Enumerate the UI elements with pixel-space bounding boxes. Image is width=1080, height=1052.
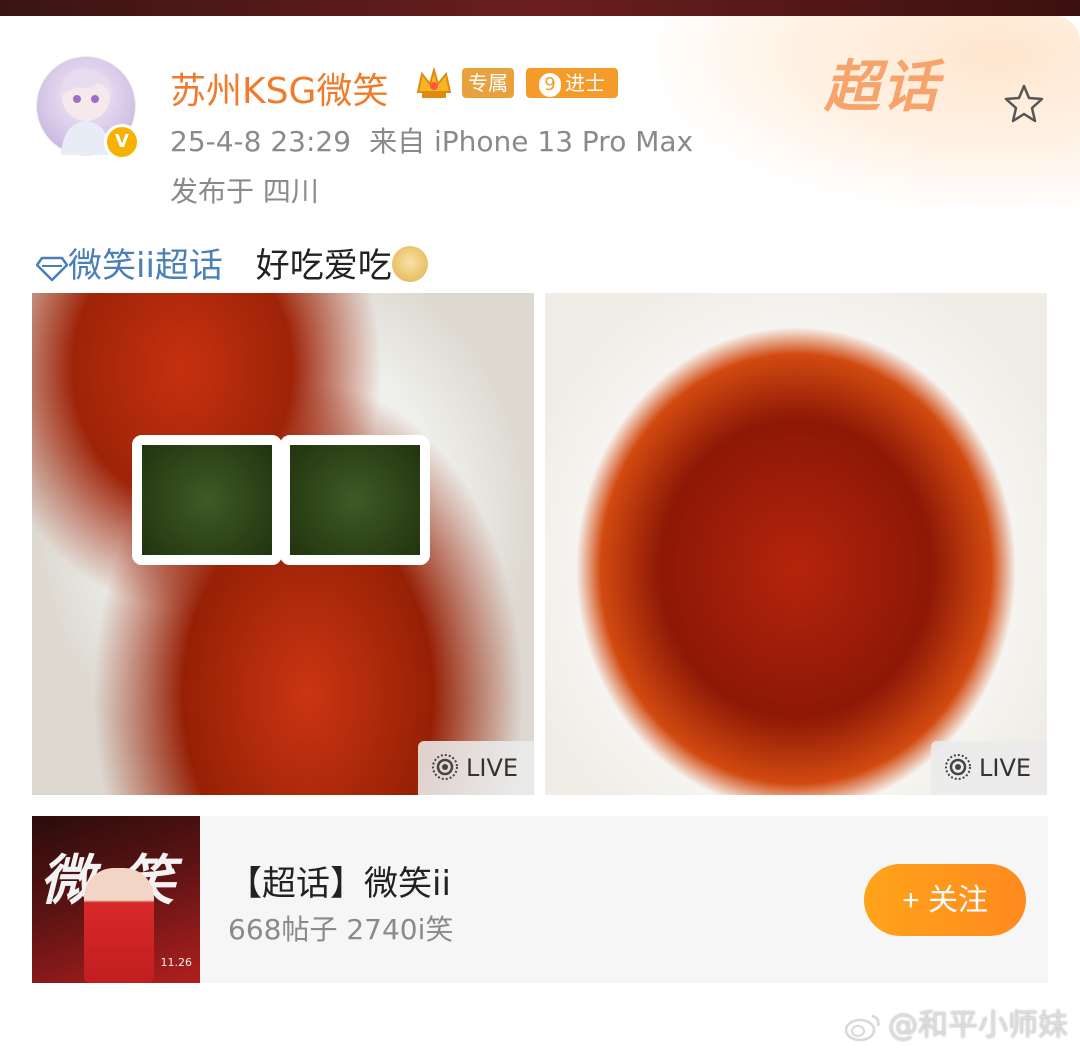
level-title: 进士	[565, 71, 605, 95]
crown-icon	[416, 66, 452, 98]
post-meta: 25-4-8 23:29 来自 iPhone 13 Pro Max	[170, 120, 693, 160]
watermark: @和平小师妹	[844, 1000, 1068, 1044]
post-location: 发布于 四川	[170, 175, 319, 208]
live-icon	[945, 754, 971, 780]
level-badge: 9 进士	[526, 68, 618, 98]
status-bar-strip	[0, 0, 1080, 16]
photo-crawfish-platter[interactable]: LIVE	[32, 293, 534, 795]
topic-link[interactable]: 微笑ii超话	[36, 246, 234, 286]
live-icon	[432, 754, 458, 780]
supertopic-logo: 超话	[824, 55, 940, 120]
supertopic-stats: 668帖子 2740i笑	[228, 913, 454, 946]
thumbnail-date: 11.26	[160, 956, 193, 969]
photo-crawfish-bowl[interactable]: LIVE	[545, 293, 1047, 795]
watermark-text: @和平小师妹	[888, 1008, 1068, 1043]
follow-button[interactable]: + 关注	[864, 864, 1026, 936]
thumbnail-person	[84, 868, 154, 983]
supertopic-title: 【超话】微笑ii	[228, 864, 451, 904]
level-number: 9	[539, 72, 561, 97]
post-card: 超话 V 苏州KSG微笑 专属 9 进士 25-4-8 23:29 来自 iPhon…	[0, 16, 1080, 1052]
post-source: 来自 iPhone 13 Pro Max	[369, 125, 694, 158]
post-body: 好吃爱吃	[255, 246, 392, 286]
supertopic-card[interactable]: 微 笑 11.26 【超话】微笑ii 668帖子 2740i笑 + 关注	[32, 816, 1048, 983]
post-text: 微笑ii超话 好吃爱吃	[36, 238, 428, 287]
live-badge[interactable]: LIVE	[931, 741, 1047, 795]
live-label: LIVE	[466, 754, 519, 782]
live-label: LIVE	[979, 754, 1032, 782]
supertopic-thumbnail: 微 笑 11.26	[32, 816, 200, 983]
post-datetime: 25-4-8 23:29	[170, 125, 352, 158]
diamond-icon	[36, 256, 68, 281]
verified-badge-icon: V	[104, 124, 140, 160]
topic-link-label: 微笑ii超话	[68, 246, 223, 286]
sauce-dish	[132, 435, 282, 565]
live-badge[interactable]: LIVE	[418, 741, 534, 795]
sauce-dish	[280, 435, 430, 565]
star-icon[interactable]	[1002, 82, 1046, 126]
weibo-icon	[844, 1014, 880, 1041]
username[interactable]: 苏州KSG微笑	[170, 62, 388, 114]
exclusive-badge: 专属	[462, 68, 514, 98]
doge-emoji	[391, 245, 428, 282]
